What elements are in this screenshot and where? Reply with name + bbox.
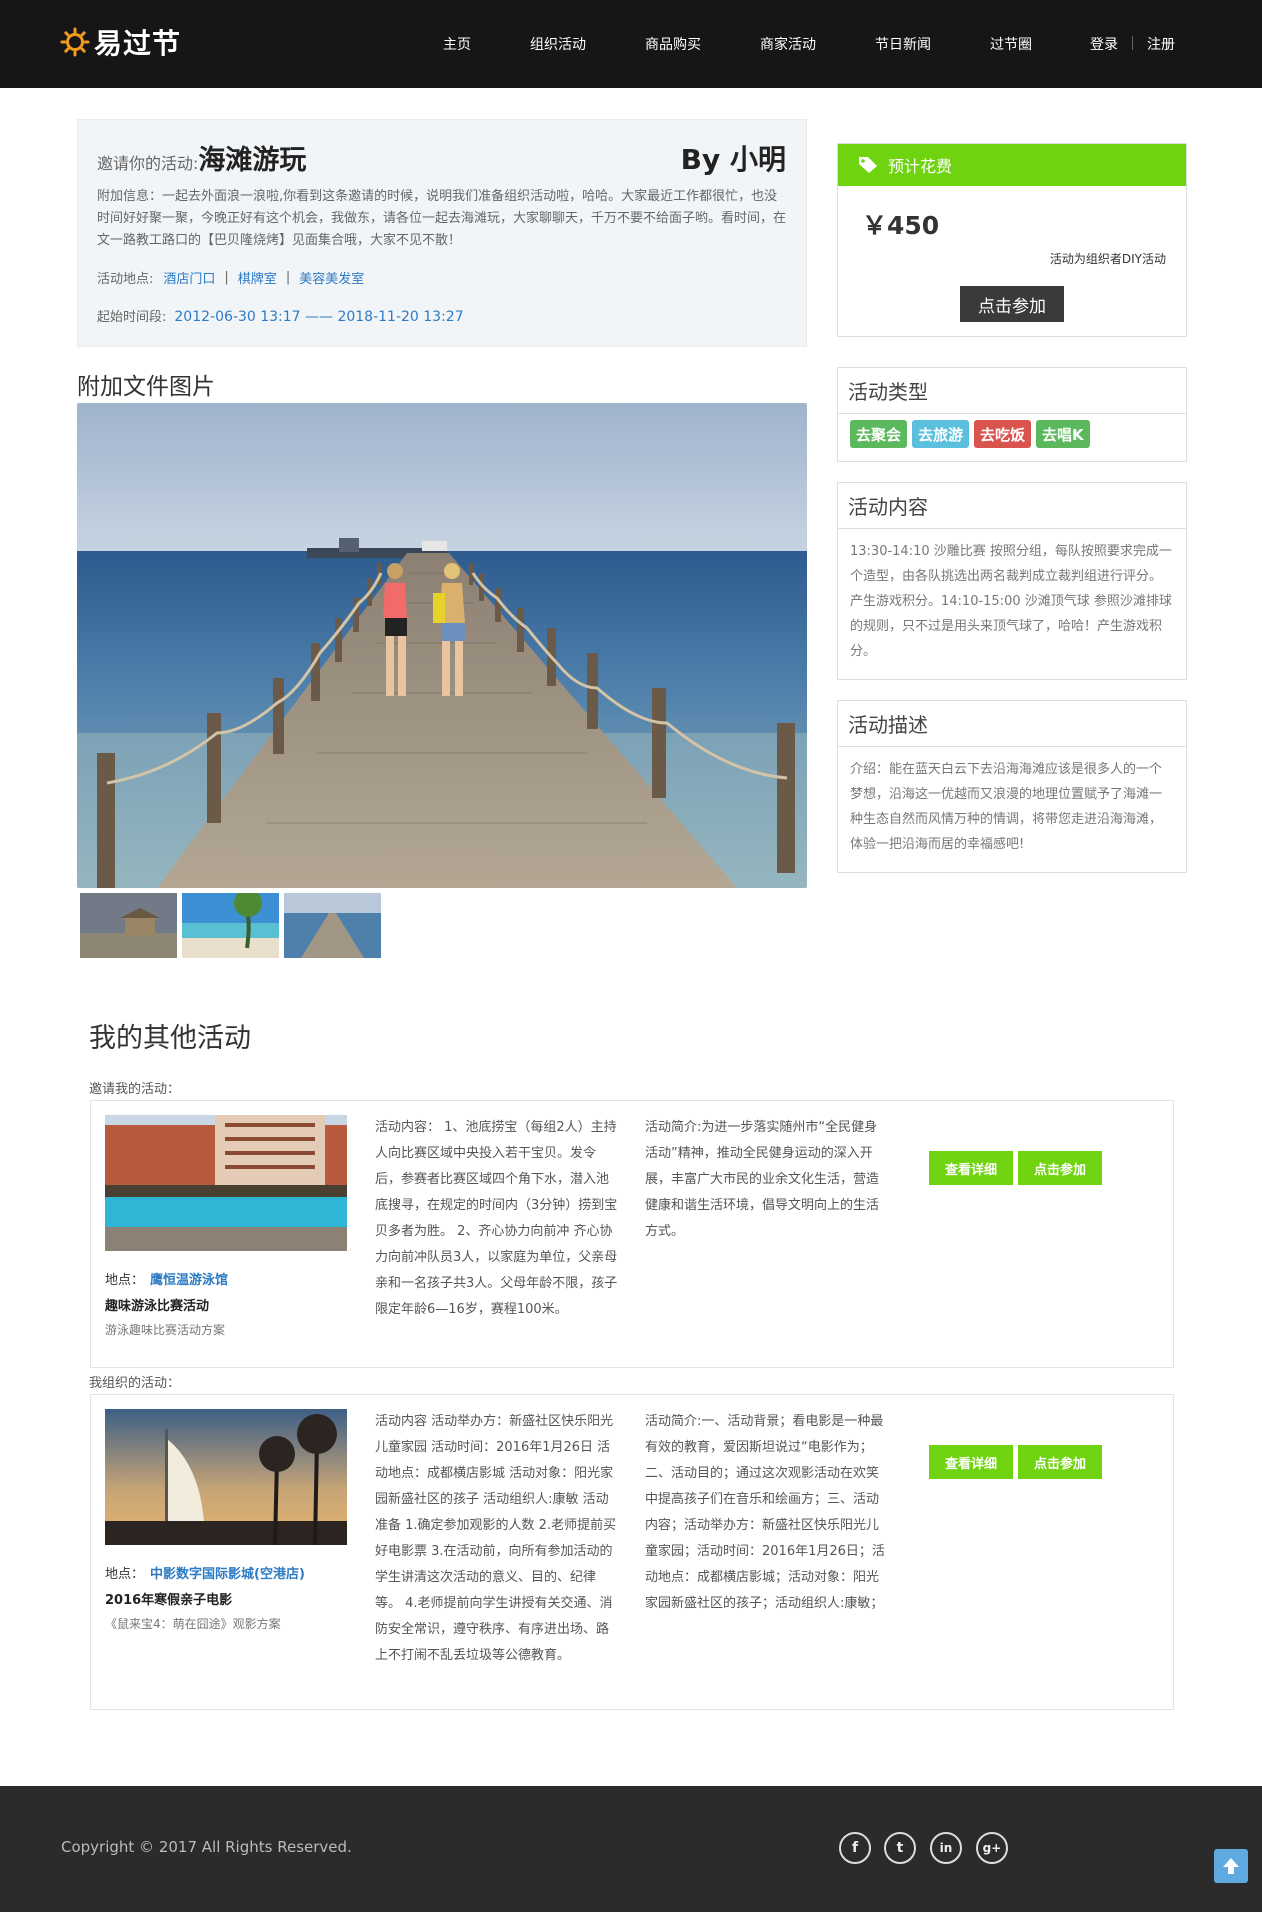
- location-label: 活动地点:: [97, 272, 154, 287]
- attachments-title: 附加文件图片: [77, 374, 215, 400]
- activity-subtitle: 游泳趣味比赛活动方案: [105, 1323, 226, 1337]
- footer: Copyright © 2017 All Rights Reserved. f …: [0, 1786, 1262, 1912]
- view-details-button[interactable]: 查看详细: [929, 1151, 1013, 1185]
- activity-intro-text: 活动简介:一、活动背景；看电影是一种最有效的教育，爱因斯坦说过“电影作为；二、活…: [645, 1414, 885, 1611]
- invitation-heading: 邀请你的活动: 海滩游玩: [97, 138, 306, 177]
- location-link-salon[interactable]: 美容美发室: [299, 268, 364, 287]
- facebook-icon[interactable]: f: [839, 1832, 871, 1864]
- join-activity-button[interactable]: 点击参加: [1018, 1445, 1102, 1479]
- activity-actions: 查看详细 点击参加: [929, 1151, 1102, 1185]
- activity-description-title: 活动描述: [838, 701, 1186, 747]
- nav-holiday-circle[interactable]: 过节圈: [990, 34, 1032, 54]
- activity-card: 地点： 鹰恒温游泳馆 趣味游泳比赛活动 游泳趣味比赛活动方案 活动内容： 1、池底…: [90, 1100, 1174, 1368]
- activity-name: 2016年寒假亲子电影: [105, 1593, 233, 1608]
- activity-subtitle: 《鼠来宝4：萌在囧途》观影方案: [105, 1617, 281, 1631]
- top-navbar: 易过节 主页 组织活动 商品购买 商家活动 节日新闻 过节圈 登录 注册: [0, 0, 1262, 88]
- activity-description-panel: 活动描述 介绍：能在蓝天白云下去沿海海滩应该是很多人的一个梦想，沿海这一优越而又…: [837, 700, 1187, 873]
- back-to-top-icon[interactable]: [1214, 1849, 1248, 1883]
- tag-dining[interactable]: 去吃饭: [974, 420, 1032, 448]
- activity-actions: 查看详细 点击参加: [929, 1445, 1102, 1479]
- copyright-text: Copyright © 2017 All Rights Reserved.: [61, 1838, 352, 1856]
- invitation-title: 海滩游玩: [198, 145, 307, 176]
- thumbnail-strip: [80, 893, 381, 958]
- location-separator: |: [224, 270, 229, 285]
- activity-location-label: 地点：: [105, 1273, 145, 1288]
- main-nav: 主页 组织活动 商品购买 商家活动 节日新闻 过节圈 登录 注册: [0, 34, 1262, 54]
- login-link[interactable]: 登录: [1090, 34, 1118, 54]
- activity-image-pool[interactable]: [105, 1115, 347, 1251]
- invitation-time: 起始时间段: 2012-06-30 13:17 —— 2018-11-20 13:…: [97, 306, 464, 325]
- activity-image-burj-al-arab[interactable]: [105, 1409, 347, 1545]
- organized-activities-label: 我组织的活动：: [89, 1376, 181, 1391]
- activity-type-panel: 活动类型 去聚会 去旅游 去吃饭 去唱K: [837, 367, 1187, 462]
- nav-divider: [1132, 36, 1133, 50]
- activity-content-text: 活动内容 活动举办方：新盛社区快乐阳光儿童家园 活动时间：2016年1月26日 …: [375, 1414, 617, 1663]
- tag-icon: [858, 156, 878, 174]
- tag-party[interactable]: 去聚会: [850, 420, 908, 448]
- linkedin-icon[interactable]: in: [930, 1832, 962, 1864]
- activity-name: 趣味游泳比赛活动: [105, 1299, 210, 1314]
- cost-panel: 预计花费 ￥450 活动为组织者DIY活动 点击参加: [837, 143, 1187, 337]
- tag-karaoke[interactable]: 去唱K: [1036, 420, 1090, 448]
- tag-travel[interactable]: 去旅游: [912, 420, 970, 448]
- activity-content-panel: 活动内容 13:30-14:10 沙雕比赛 按照分组，每队按照要求完成一个造型，…: [837, 482, 1187, 680]
- join-button[interactable]: 点击参加: [960, 286, 1064, 322]
- cost-header: 预计花费: [838, 144, 1186, 186]
- location-separator: |: [285, 270, 291, 285]
- nav-merchant-activity[interactable]: 商家活动: [760, 34, 816, 54]
- cost-amount: ￥450: [862, 211, 940, 240]
- activity-content-title: 活动内容: [838, 483, 1186, 529]
- nav-home[interactable]: 主页: [443, 34, 471, 54]
- view-details-button[interactable]: 查看详细: [929, 1445, 1013, 1479]
- cost-note: 活动为组织者DIY活动: [1049, 252, 1166, 266]
- activity-location: 地点： 鹰恒温游泳馆: [105, 1269, 228, 1288]
- invitation-prefix: 邀请你的活动:: [97, 154, 199, 173]
- join-activity-button[interactable]: 点击参加: [1018, 1151, 1102, 1185]
- invited-activities-label: 邀请我的活动：: [89, 1082, 181, 1097]
- google-plus-icon[interactable]: g+: [976, 1832, 1008, 1864]
- nav-holiday-news[interactable]: 节日新闻: [875, 34, 931, 54]
- activity-location-link[interactable]: 中影数字国际影城(空港店): [150, 1567, 305, 1582]
- invitation-description: 附加信息：一起去外面浪一浪啦,你看到这条邀请的时候，说明我们准备组织活动啦，哈哈…: [97, 189, 787, 248]
- thumbnail-tropical-beach[interactable]: [182, 893, 279, 958]
- activity-content-text: 活动内容： 1、池底捞宝（每组2人）主持人向比赛区域中央投入若干宝贝。发令后，参…: [375, 1120, 618, 1317]
- invitation-author: By 小明: [680, 143, 786, 176]
- activity-content-text: 13:30-14:10 沙雕比赛 按照分组，每队按照要求完成一个造型，由各队挑选…: [850, 544, 1172, 659]
- time-value: 2012-06-30 13:17 —— 2018-11-20 13:27: [174, 309, 464, 325]
- thumbnail-pier[interactable]: [284, 893, 381, 958]
- thumbnail-beach-hut[interactable]: [80, 893, 177, 958]
- twitter-icon[interactable]: t: [884, 1832, 916, 1864]
- location-link-hotel[interactable]: 酒店门口: [163, 268, 215, 287]
- invitation-locations: 活动地点: 酒店门口 | 棋牌室 | 美容美发室: [97, 268, 364, 287]
- activity-location-label: 地点：: [105, 1567, 145, 1582]
- activity-location: 地点： 中影数字国际影城(空港店): [105, 1563, 305, 1582]
- activity-location-link[interactable]: 鹰恒温游泳馆: [150, 1273, 228, 1288]
- location-link-chess-room[interactable]: 棋牌室: [238, 268, 277, 287]
- activity-type-tags: 去聚会 去旅游 去吃饭 去唱K: [838, 414, 1186, 454]
- time-label: 起始时间段:: [97, 310, 167, 325]
- main-photo-pier[interactable]: [77, 403, 807, 888]
- invitation-panel: 邀请你的活动: 海滩游玩 By 小明 附加信息：一起去外面浪一浪啦,你看到这条邀…: [77, 119, 807, 347]
- other-activities-title: 我的其他活动: [89, 1023, 251, 1054]
- activity-intro-text: 活动简介:为进一步落实随州市“全民健身活动”精神，推动全民健身运动的深入开展，丰…: [645, 1120, 880, 1239]
- nav-shopping[interactable]: 商品购买: [645, 34, 701, 54]
- nav-organize-activity[interactable]: 组织活动: [530, 34, 586, 54]
- activity-card: 地点： 中影数字国际影城(空港店) 2016年寒假亲子电影 《鼠来宝4：萌在囧途》…: [90, 1394, 1174, 1710]
- activity-type-title: 活动类型: [838, 368, 1186, 414]
- cost-header-label: 预计花费: [888, 157, 953, 176]
- register-link[interactable]: 注册: [1147, 34, 1175, 54]
- activity-description-text: 介绍：能在蓝天白云下去沿海海滩应该是很多人的一个梦想，沿海这一优越而又浪漫的地理…: [850, 762, 1163, 852]
